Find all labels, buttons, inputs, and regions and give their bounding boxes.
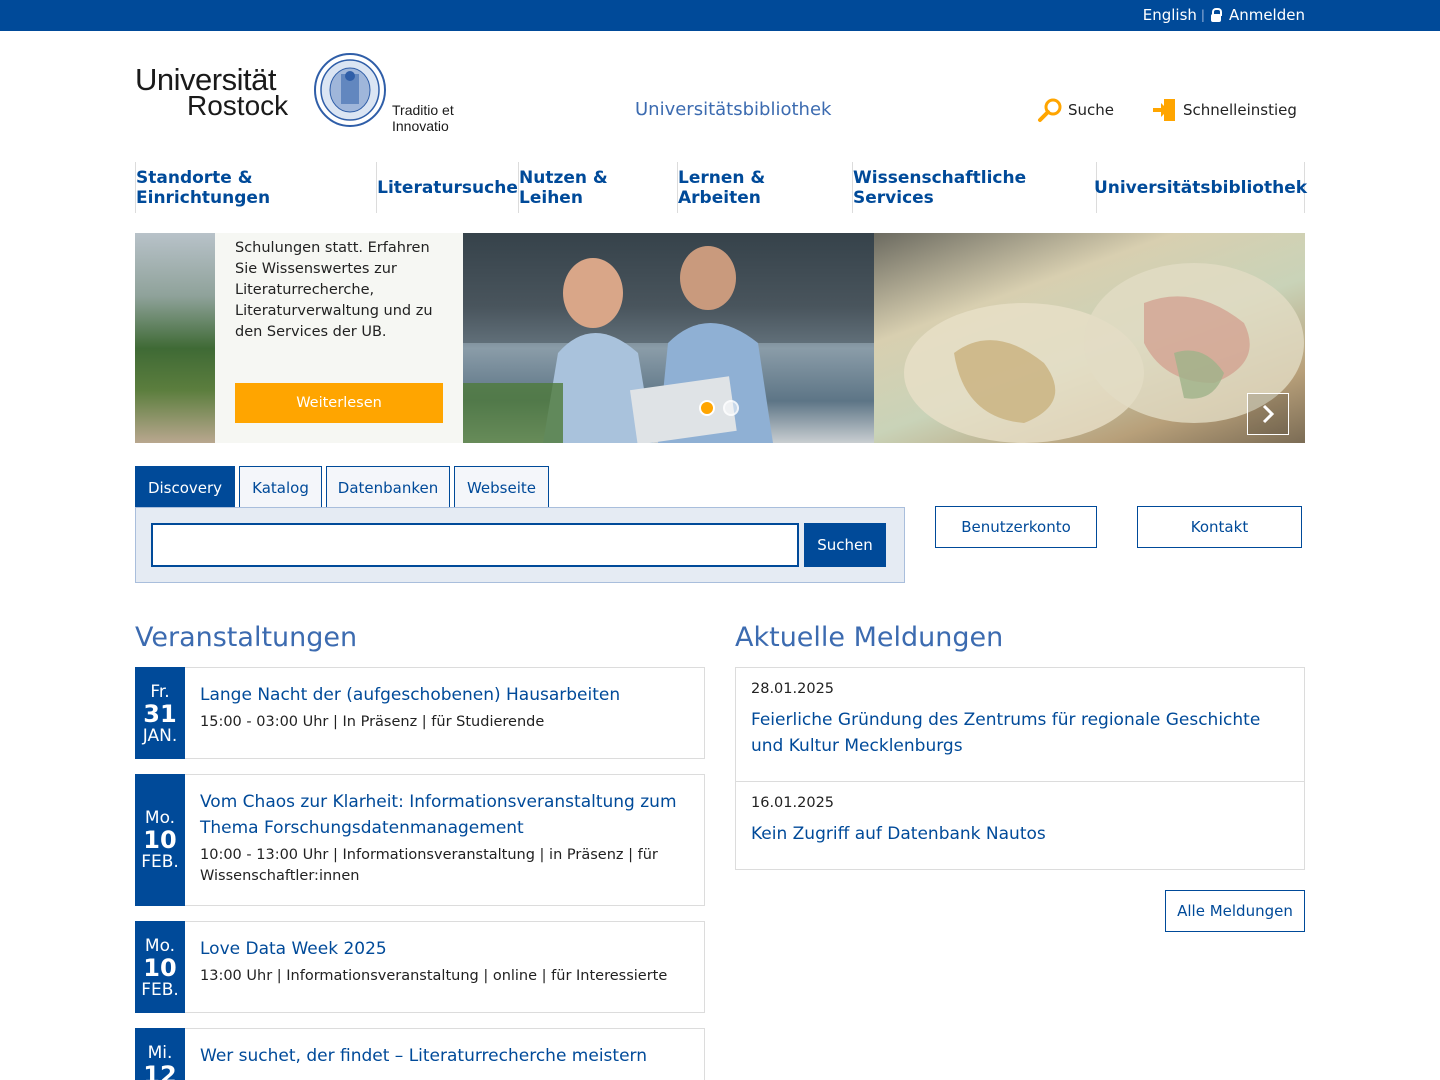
event-body: Wer suchet, der findet – Literaturrecher…: [200, 1043, 684, 1069]
event-date: Mo. 10 FEB.: [135, 921, 185, 1013]
event-item[interactable]: Mo. 10 FEB. Love Data Week 2025 13:00 Uh…: [135, 921, 705, 1013]
lock-icon: [1210, 8, 1222, 22]
news-date: 28.01.2025: [751, 681, 835, 697]
event-item[interactable]: Mi. 12 Wer suchet, der findet – Literatu…: [135, 1028, 705, 1080]
news-title-link[interactable]: Feierliche Gründung des Zentrums für reg…: [751, 707, 1284, 759]
events-heading: Veranstaltungen: [135, 622, 358, 653]
event-month: FEB.: [141, 980, 179, 1000]
event-month: JAN.: [142, 726, 178, 746]
search-panel: Suchen: [135, 507, 905, 583]
event-month: FEB.: [141, 852, 179, 872]
news-item[interactable]: 16.01.2025 Kein Zugriff auf Datenbank Na…: [735, 781, 1305, 870]
header-search-link[interactable]: Suche: [1037, 97, 1114, 123]
news-heading: Aktuelle Meldungen: [735, 622, 1004, 653]
event-date: Mo. 10 FEB.: [135, 774, 185, 906]
logo-line2: Rostock: [187, 90, 289, 121]
tab-databases[interactable]: Datenbanken: [326, 466, 450, 508]
search-icon: [1038, 98, 1062, 122]
chevron-right-icon: [1262, 404, 1275, 424]
enter-icon: [1153, 99, 1175, 121]
tab-website[interactable]: Webseite: [454, 466, 549, 508]
event-title-link[interactable]: Vom Chaos zur Klarheit: Informationsvera…: [200, 789, 684, 841]
students-illustration: [463, 233, 874, 443]
separator: |: [1200, 8, 1205, 22]
slider-dots: [699, 400, 747, 416]
search-button[interactable]: Suchen: [804, 523, 886, 567]
map-illustration: [904, 263, 1304, 443]
slider-next-button[interactable]: [1247, 393, 1289, 435]
slide-image-left: [135, 233, 215, 443]
nav-item-locations[interactable]: Standorte & Einrichtungen: [136, 162, 377, 213]
language-switch-link[interactable]: English: [1143, 6, 1197, 24]
event-meta: 15:00 - 03:00 Uhr | In Präsenz | für Stu…: [200, 714, 545, 730]
news-date: 16.01.2025: [751, 795, 835, 811]
event-item[interactable]: Mo. 10 FEB. Vom Chaos zur Klarheit: Info…: [135, 774, 705, 906]
main-navigation: Standorte & Einrichtungen Literatursuche…: [135, 162, 1307, 213]
slide-caption: Schulungen statt. Erfahren Sie Wissenswe…: [215, 233, 463, 443]
slide-image-students: [463, 233, 874, 443]
logo-motto: Traditio et Innovatio: [392, 102, 454, 134]
all-news-button[interactable]: Alle Meldungen: [1165, 890, 1305, 932]
university-seal-icon: [314, 53, 386, 127]
slide-text: Schulungen statt. Erfahren Sie Wissenswe…: [235, 240, 433, 340]
slider-dot-1[interactable]: [699, 400, 715, 416]
tab-discovery[interactable]: Discovery: [135, 466, 235, 508]
news-title-link[interactable]: Kein Zugriff auf Datenbank Nautos: [751, 821, 1284, 847]
top-links: English | Anmelden: [1143, 6, 1305, 24]
quick-access-label: Schnelleinstieg: [1183, 101, 1297, 119]
event-date: Fr. 31 JAN.: [135, 667, 185, 759]
event-title-link[interactable]: Lange Nacht der (aufgeschobenen) Hausarb…: [200, 682, 684, 708]
library-title[interactable]: Universitätsbibliothek: [635, 99, 831, 120]
nav-item-scientific-services[interactable]: Wissenschaftliche Services: [853, 162, 1097, 213]
account-button[interactable]: Benutzerkonto: [935, 506, 1097, 548]
nav-item-learn-work[interactable]: Lernen & Arbeiten: [678, 162, 853, 213]
slider-dot-2[interactable]: [723, 400, 739, 416]
event-item[interactable]: Fr. 31 JAN. Lange Nacht der (aufgeschobe…: [135, 667, 705, 759]
search-tabs: Discovery Katalog Datenbanken Webseite: [135, 466, 553, 508]
search-label: Suche: [1068, 101, 1115, 119]
search-input[interactable]: [151, 523, 799, 567]
image-slider: Schulungen statt. Erfahren Sie Wissenswe…: [135, 233, 1305, 443]
event-meta: 10:00 - 13:00 Uhr | Informationsveransta…: [200, 847, 658, 884]
event-day: 31: [143, 700, 177, 728]
nav-item-library[interactable]: Universitätsbibliothek: [1094, 162, 1307, 213]
news-item[interactable]: 28.01.2025 Feierliche Gründung des Zentr…: [735, 667, 1305, 782]
event-day: 12: [143, 1061, 177, 1080]
nav-item-use-borrow[interactable]: Nutzen & Leihen: [519, 162, 678, 213]
event-meta: 13:00 Uhr | Informationsveranstaltung | …: [200, 968, 668, 984]
contact-button[interactable]: Kontakt: [1137, 506, 1302, 548]
top-bar: English | Anmelden: [0, 0, 1440, 31]
read-more-button[interactable]: Weiterlesen: [235, 383, 443, 423]
event-date: Mi. 12: [135, 1028, 185, 1080]
event-body: Love Data Week 2025 13:00 Uhr | Informat…: [200, 936, 684, 987]
event-title-link[interactable]: Love Data Week 2025: [200, 936, 684, 962]
event-body: Vom Chaos zur Klarheit: Informationsvera…: [200, 789, 684, 887]
nav-item-literature-search[interactable]: Literatursuche: [377, 162, 519, 213]
event-day: 10: [143, 826, 177, 854]
slide-image-map: [874, 233, 1305, 443]
tab-catalog[interactable]: Katalog: [239, 466, 322, 508]
quick-access-link[interactable]: Schnelleinstieg: [1152, 97, 1297, 123]
university-logo[interactable]: Universität Rostock Traditio et Innovati…: [135, 52, 505, 134]
event-day: 10: [143, 954, 177, 982]
event-title-link[interactable]: Wer suchet, der findet – Literaturrecher…: [200, 1043, 684, 1069]
event-body: Lange Nacht der (aufgeschobenen) Hausarb…: [200, 682, 684, 733]
login-link[interactable]: Anmelden: [1229, 6, 1305, 24]
